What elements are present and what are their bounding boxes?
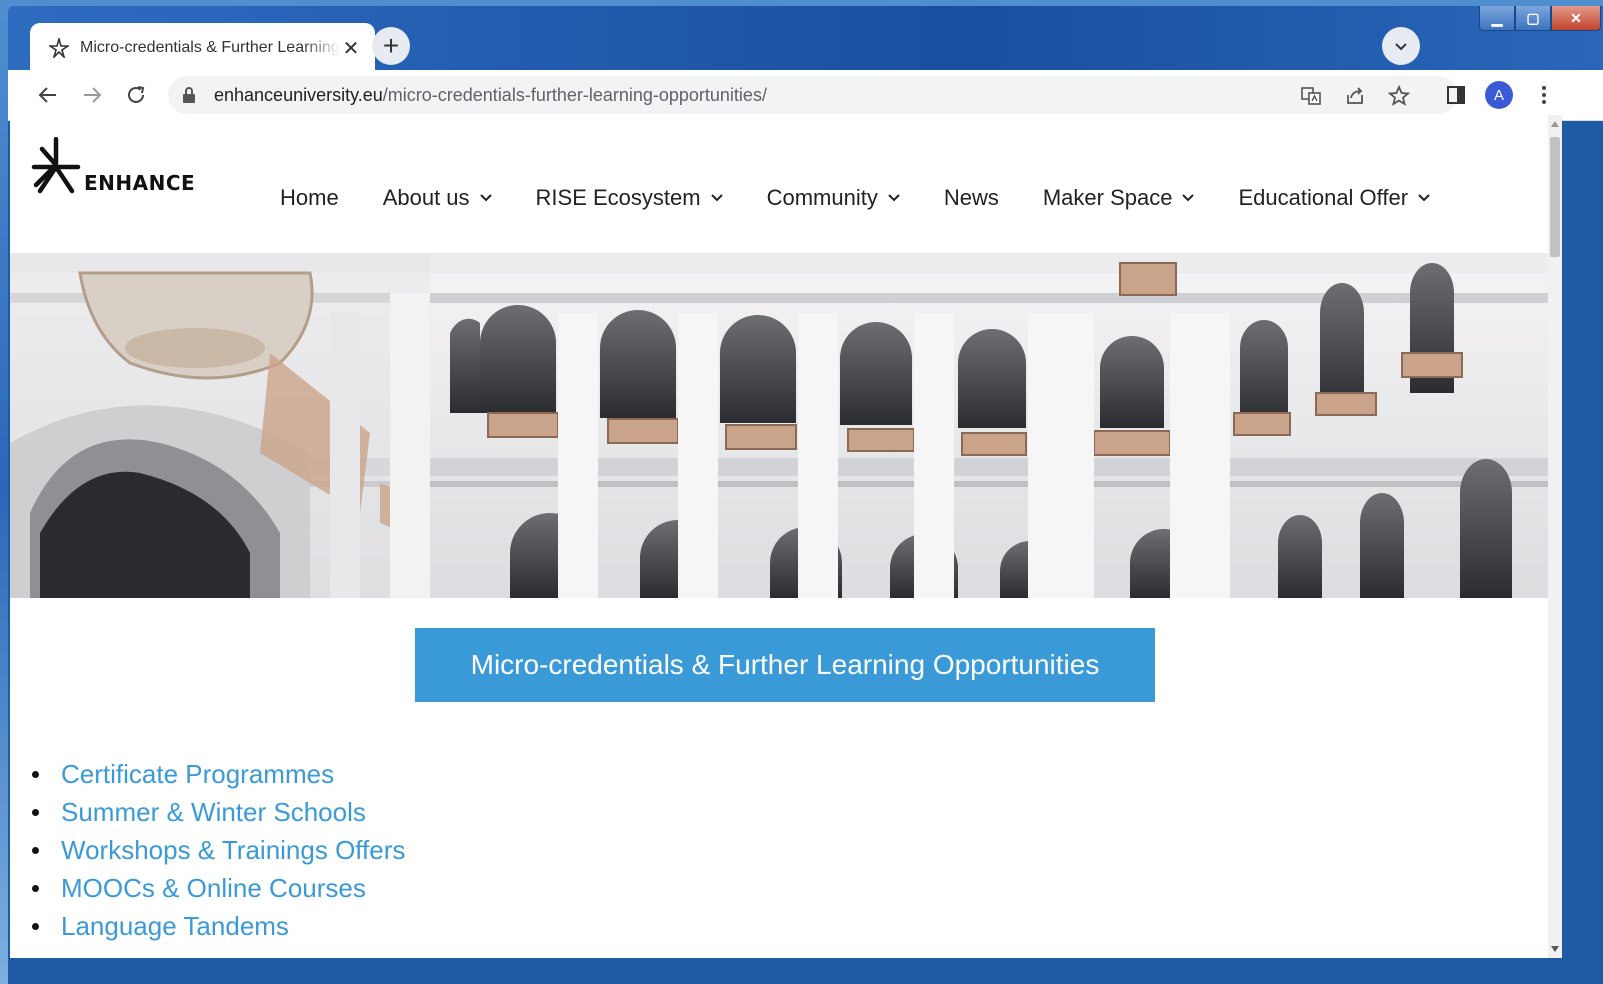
logo-wordmark: ENHANCE [84,171,196,195]
bullet-icon [32,846,39,854]
enhance-star-logo-icon [31,137,81,194]
lock-icon [182,86,196,109]
nav-about-us-label: About us [382,185,470,210]
url-path: /micro-credentials-further-learning-oppo… [382,85,767,105]
forward-button[interactable] [76,79,108,111]
profile-avatar[interactable]: A [1485,81,1513,109]
bullet-icon [32,884,39,892]
scroll-up-arrow-icon[interactable] [1548,117,1562,131]
minimize-button[interactable]: ▁ [1479,6,1515,31]
scrollbar-thumb[interactable] [1550,137,1560,257]
nav-community[interactable]: Community [767,185,900,211]
link-certificate-programmes[interactable]: Certificate Programmes [61,759,334,790]
side-panel-button[interactable] [1440,79,1472,111]
reload-button[interactable] [120,79,152,111]
bullet-icon [32,770,39,778]
left-pillar-and-arch [10,253,430,598]
nav-about-us[interactable]: About us [383,185,492,211]
side-panel-icon [1447,86,1465,104]
bookmark-star-icon[interactable] [1386,83,1412,109]
link-moocs-online-courses[interactable]: MOOCs & Online Courses [61,873,366,904]
chevron-down-icon [479,194,492,202]
nav-home[interactable]: Home [280,185,339,211]
link-language-tandems[interactable]: Language Tandems [61,911,289,942]
translate-icon[interactable] [1298,83,1324,109]
nav-maker-space-label: Maker Space [1042,185,1173,210]
link-workshops-trainings[interactable]: Workshops & Trainings Offers [61,835,405,866]
nav-maker-space[interactable]: Maker Space [1043,185,1195,211]
nav-rise-ecosystem[interactable]: RISE Ecosystem [536,185,723,211]
browser-tab-active[interactable]: Micro-credentials & Further Learning Opp… [30,23,375,73]
nav-educational-offer-label: Educational Offer [1238,185,1409,210]
share-icon[interactable] [1342,83,1368,109]
tab-search-button[interactable] [1382,27,1420,65]
window-controls: ▁ ▢ ✕ [1479,6,1601,31]
tab-title: Micro-credentials & Further Learning Opp… [80,39,341,56]
new-tab-button[interactable]: + [372,27,410,65]
list-item: Certificate Programmes [32,755,405,793]
bullet-icon [32,922,39,930]
hero-image-courtyard [10,253,1548,598]
list-item: Workshops & Trainings Offers [32,831,405,869]
chevron-down-icon [1182,194,1195,202]
arrow-right-icon [84,87,102,103]
list-item: Language Tandems [32,907,405,945]
browser-menu-button[interactable] [1528,79,1560,111]
close-window-button[interactable]: ✕ [1551,6,1601,31]
enhance-favicon-icon [48,37,70,59]
bullet-icon [32,808,39,816]
learning-links-list: Certificate Programmes Summer & Winter S… [32,755,405,945]
reload-icon [128,86,145,103]
address-bar[interactable]: enhanceuniversity.eu/micro-credentials-f… [168,76,1458,114]
kebab-menu-icon [1542,86,1546,104]
list-item: Summer & Winter Schools [32,793,405,831]
nav-news[interactable]: News [944,185,999,211]
arrow-left-icon [38,87,56,103]
chevron-down-icon [888,194,900,202]
link-summer-winter-schools[interactable]: Summer & Winter Schools [61,797,366,828]
back-button[interactable] [32,79,64,111]
courtyard-arcade-illustration [10,253,1548,598]
chevron-down-icon [1418,194,1430,202]
nav-educational-offer[interactable]: Educational Offer [1238,185,1430,211]
main-nav: Home About us RISE Ecosystem Community N… [280,185,1474,211]
url-host: enhanceuniversity.eu [214,85,383,105]
nav-rise-ecosystem-label: RISE Ecosystem [535,185,701,210]
url-text: enhanceuniversity.eu/micro-credentials-f… [214,85,767,106]
maximize-button[interactable]: ▢ [1515,6,1551,31]
chevron-down-icon [1395,43,1407,51]
chevron-down-icon [710,194,723,202]
web-page: ENHANCE Home About us RISE Ecosystem Com… [10,115,1548,958]
enhance-logo[interactable]: ENHANCE [26,137,195,199]
scroll-down-arrow-icon[interactable] [1548,942,1562,956]
browser-toolbar: enhanceuniversity.eu/micro-credentials-f… [8,70,1603,121]
nav-community-label: Community [766,185,878,210]
tab-strip: Micro-credentials & Further Learning Opp… [8,6,1603,73]
page-scrollbar[interactable] [1548,115,1562,958]
nav-news-label: News [943,185,999,210]
page-title-banner: Micro-credentials & Further Learning Opp… [415,628,1155,702]
list-item: MOOCs & Online Courses [32,869,405,907]
nav-home-label: Home [280,185,339,210]
close-tab-icon[interactable]: ✕ [341,38,361,60]
